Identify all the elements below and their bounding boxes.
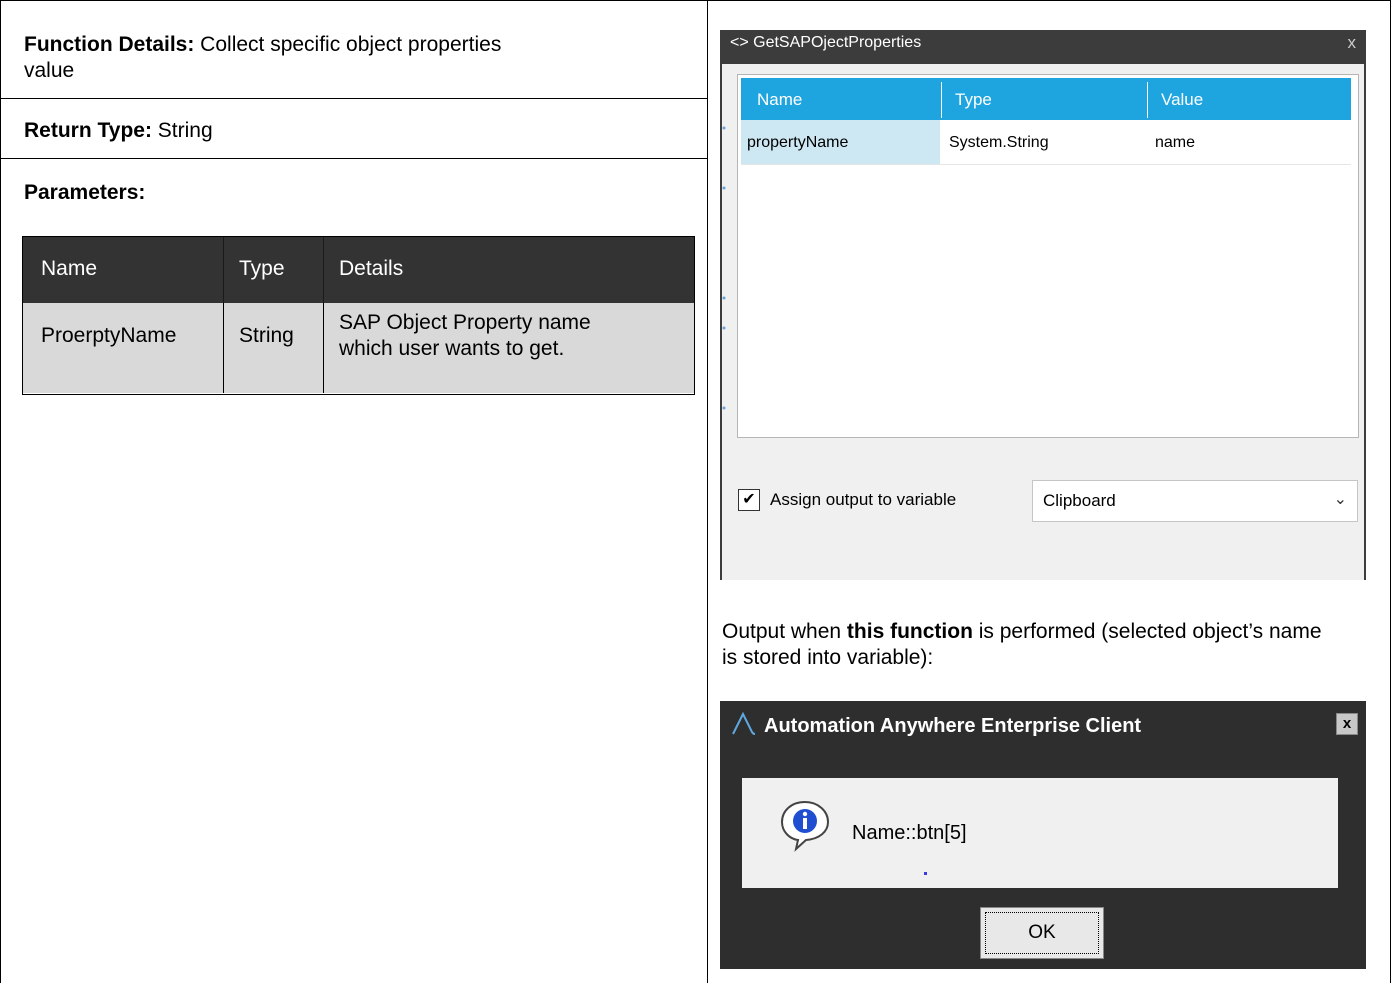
table-top-border bbox=[0, 0, 1391, 1]
ok-button[interactable]: OK bbox=[980, 907, 1104, 959]
variable-select-value: Clipboard bbox=[1043, 491, 1116, 510]
automation-anywhere-logo-icon bbox=[732, 711, 756, 735]
table-row[interactable]: propertyName System.String name bbox=[741, 120, 1351, 165]
assign-output-checkbox[interactable]: ✔ bbox=[738, 489, 760, 511]
output-description: Output when this function is performed (… bbox=[722, 620, 1322, 669]
table-left-border bbox=[0, 0, 1, 983]
variable-select[interactable]: Clipboard ⌄ bbox=[1032, 480, 1358, 522]
close-icon[interactable]: x bbox=[1348, 33, 1357, 53]
row-divider-2 bbox=[0, 158, 707, 159]
close-icon[interactable]: x bbox=[1336, 713, 1358, 735]
message-text: Name::btn[5] bbox=[852, 822, 967, 844]
message-box-title: Automation Anywhere Enterprise Client bbox=[764, 715, 1142, 737]
parameters-table: Name Type Details ProerptyName String SA… bbox=[22, 236, 695, 395]
assign-output-label: Assign output to variable bbox=[770, 490, 957, 509]
dotted-edge bbox=[722, 126, 726, 410]
row-divider-1 bbox=[0, 98, 707, 99]
param-details: SAP Object Property name which user want… bbox=[339, 311, 591, 360]
grid-header: Name Type Value bbox=[741, 78, 1351, 120]
properties-grid: Name Type Value propertyName System.Stri… bbox=[737, 74, 1359, 438]
grid-header-name[interactable]: Name bbox=[757, 90, 802, 110]
parameters-heading: Parameters: bbox=[24, 181, 146, 204]
grid-cell-type[interactable]: System.String bbox=[949, 134, 1049, 152]
param-name: ProerptyName bbox=[41, 324, 177, 347]
function-details: Function Details: Collect specific objec… bbox=[24, 33, 502, 82]
param-type: String bbox=[239, 324, 294, 347]
dialog-body: Name Type Value propertyName System.Stri… bbox=[722, 64, 1364, 580]
table-middle-border bbox=[707, 0, 708, 983]
table-right-border bbox=[1390, 0, 1391, 983]
ok-button-label: OK bbox=[985, 912, 1099, 954]
grid-header-value[interactable]: Value bbox=[1161, 90, 1203, 110]
table-row: ProerptyName String SAP Object Property … bbox=[23, 303, 694, 393]
return-type: Return Type: String bbox=[24, 119, 213, 142]
sap-properties-dialog: <> GetSAPOjectProperties x Name Type Val… bbox=[720, 30, 1366, 580]
message-box-dialog: Automation Anywhere Enterprise Client x … bbox=[720, 701, 1366, 969]
parameters-table-header: Name Type Details bbox=[23, 237, 694, 303]
grid-cell-value[interactable]: name bbox=[1155, 134, 1195, 152]
header-name: Name bbox=[41, 257, 98, 280]
info-icon bbox=[780, 800, 830, 852]
dialog-title: <> GetSAPOjectProperties bbox=[730, 34, 922, 51]
grid-cell-name[interactable]: propertyName bbox=[747, 134, 848, 152]
chevron-down-icon: ⌄ bbox=[1333, 491, 1347, 508]
grid-header-type[interactable]: Type bbox=[955, 90, 992, 110]
header-details: Details bbox=[339, 257, 404, 280]
message-panel: Name::btn[5] bbox=[742, 778, 1338, 888]
header-type: Type bbox=[239, 257, 285, 280]
